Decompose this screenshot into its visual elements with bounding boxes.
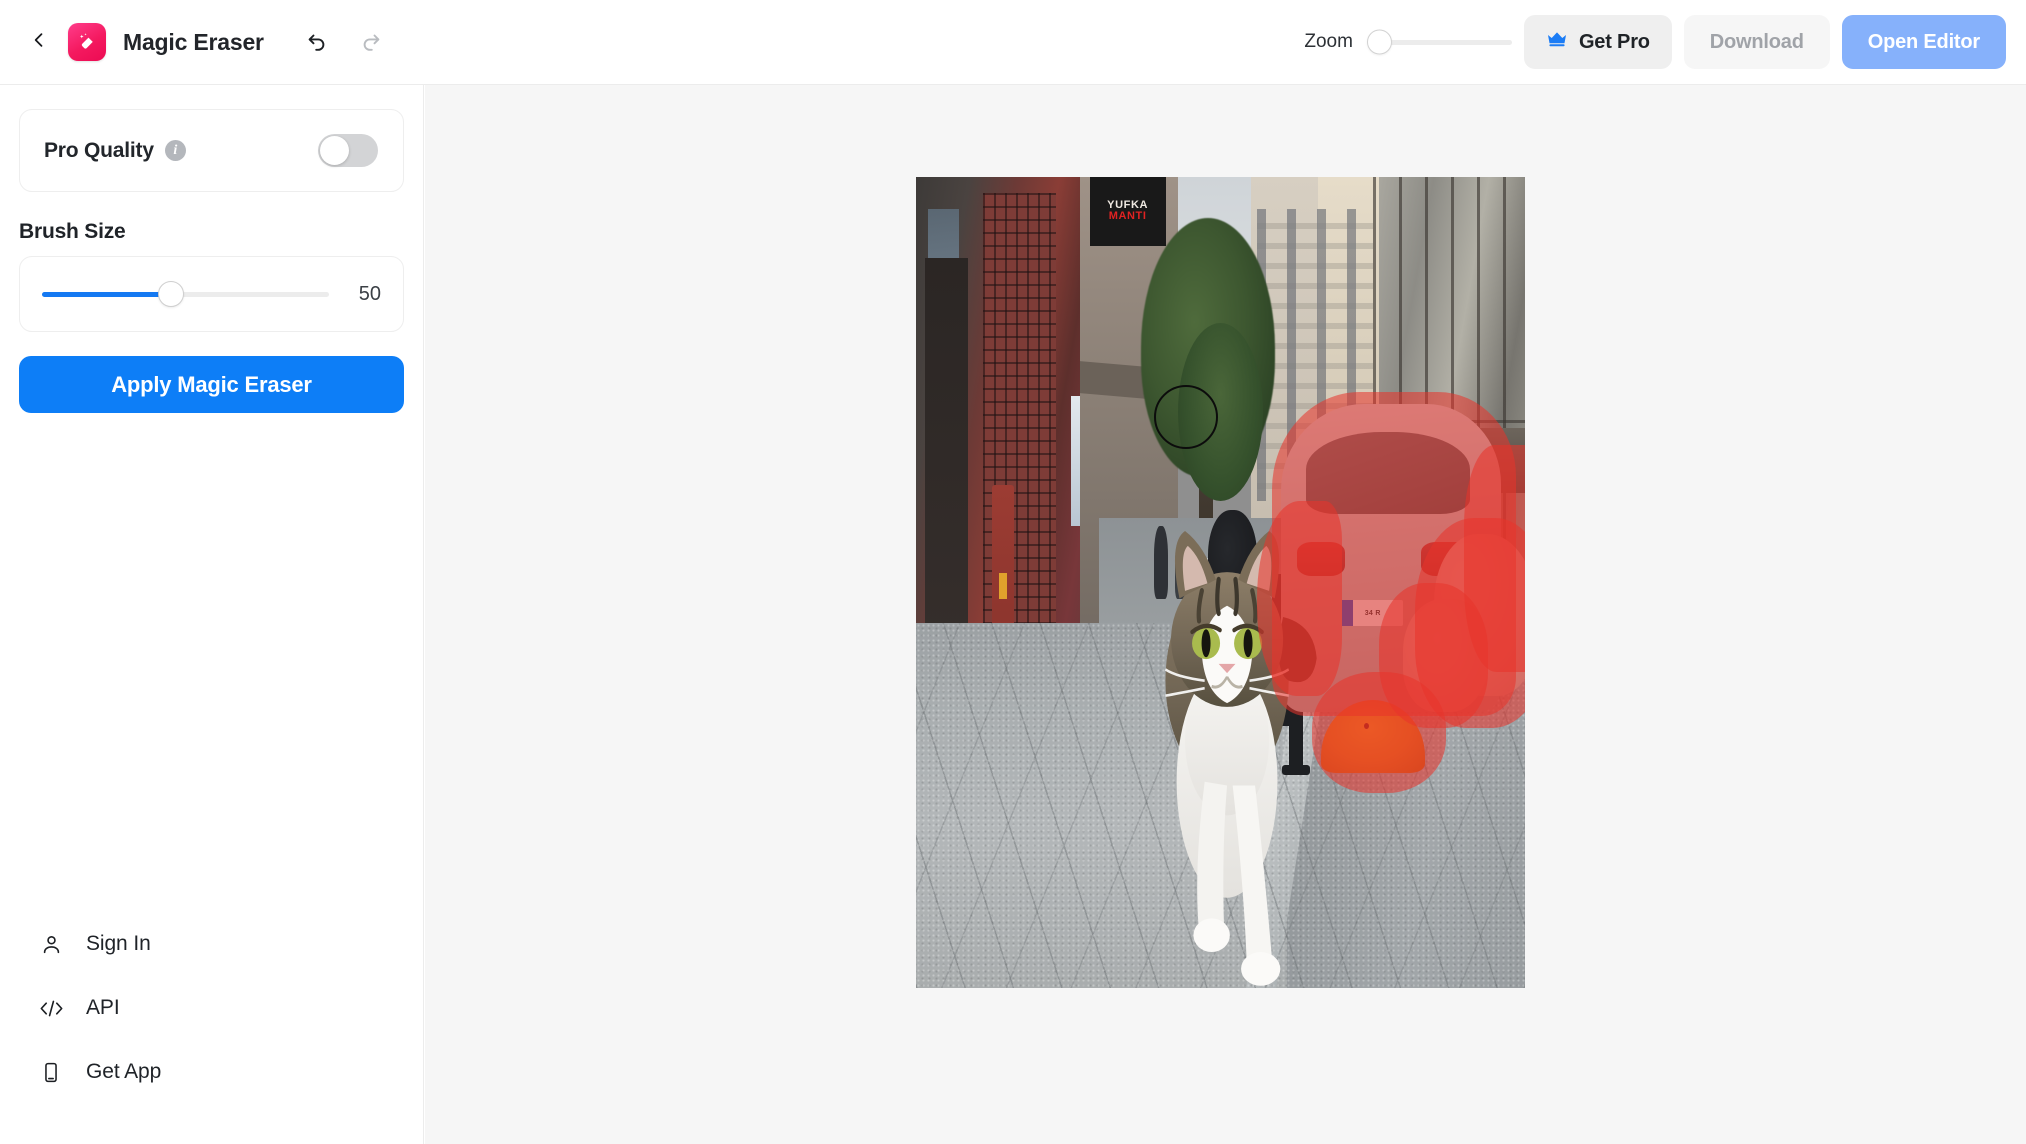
sidebar-item-label: API [86, 996, 120, 1019]
zoom-slider[interactable] [1366, 29, 1512, 55]
pro-quality-label-group: Pro Quality i [44, 139, 186, 163]
chevron-left-icon [29, 30, 49, 55]
undo-button[interactable] [300, 25, 334, 59]
code-brackets-icon [38, 995, 64, 1021]
shop-sign-line-2: MANTI [1108, 210, 1147, 223]
tool-sidebar: Pro Quality i Brush Size 50 Apply Magic … [0, 85, 424, 1144]
brush-size-label: Brush Size [19, 220, 126, 243]
photo-awning [1080, 360, 1148, 399]
photo-tree-secondary [1177, 322, 1264, 502]
redo-arrow-icon [359, 28, 383, 57]
crown-icon [1546, 30, 1568, 54]
pro-quality-toggle[interactable] [318, 134, 378, 167]
sidebar-item-api[interactable]: API [0, 976, 423, 1040]
brush-slider-thumb[interactable] [158, 281, 185, 307]
editor-canvas[interactable]: YUFKA MANTI 34 R [425, 85, 2026, 1144]
brush-size-value: 50 [358, 282, 381, 305]
toggle-knob [320, 136, 349, 165]
source-photo: YUFKA MANTI 34 R [916, 177, 1525, 988]
magic-eraser-logo [68, 23, 106, 61]
back-button[interactable] [22, 25, 56, 59]
zoom-label: Zoom [1304, 31, 1353, 52]
undo-arrow-icon [305, 28, 329, 57]
photo-shop-sign: YUFKA MANTI [1089, 177, 1166, 246]
sidebar-item-sign-in[interactable]: Sign In [0, 912, 423, 976]
pro-quality-row: Pro Quality i [20, 110, 403, 191]
download-button[interactable]: Download [1683, 15, 1830, 69]
history-buttons [300, 25, 388, 59]
zoom-slider-thumb[interactable] [1366, 29, 1392, 55]
get-pro-label: Get Pro [1578, 30, 1650, 53]
sidebar-item-get-app[interactable]: Get App [0, 1040, 423, 1104]
photo-plastic-bags-secondary [1403, 598, 1489, 713]
sidebar-item-label: Get App [86, 1060, 162, 1083]
brush-size-card: 50 [19, 256, 404, 332]
apply-magic-eraser-button[interactable]: Apply Magic Eraser [19, 356, 404, 413]
license-plate-text: 34 R [1364, 609, 1381, 617]
zoom-control: Zoom [1304, 29, 1512, 55]
pro-quality-card: Pro Quality i [19, 109, 404, 192]
pro-quality-label: Pro Quality [44, 138, 154, 162]
open-editor-button[interactable]: Open Editor [1841, 15, 2006, 69]
brush-slider-fill [42, 291, 172, 297]
header-right-group: Zoom Get Pro Download Open Editor [1304, 15, 2026, 69]
header-left-group: Magic Eraser [0, 23, 388, 61]
redo-button[interactable] [354, 25, 388, 59]
sidebar-footer: Sign In API Get App [0, 912, 423, 1144]
get-pro-button[interactable]: Get Pro [1523, 15, 1672, 69]
brush-size-slider[interactable] [42, 281, 329, 307]
photo-container[interactable]: YUFKA MANTI 34 R [916, 177, 1525, 988]
info-icon[interactable]: i [164, 140, 186, 161]
photo-cat [1164, 531, 1317, 987]
sidebar-item-label: Sign In [86, 932, 151, 955]
page-title: Magic Eraser [123, 28, 264, 55]
user-icon [38, 931, 64, 957]
mobile-phone-icon [38, 1059, 64, 1085]
app-header: Magic Eraser Zoom Get Pro Download Open … [0, 0, 2026, 85]
